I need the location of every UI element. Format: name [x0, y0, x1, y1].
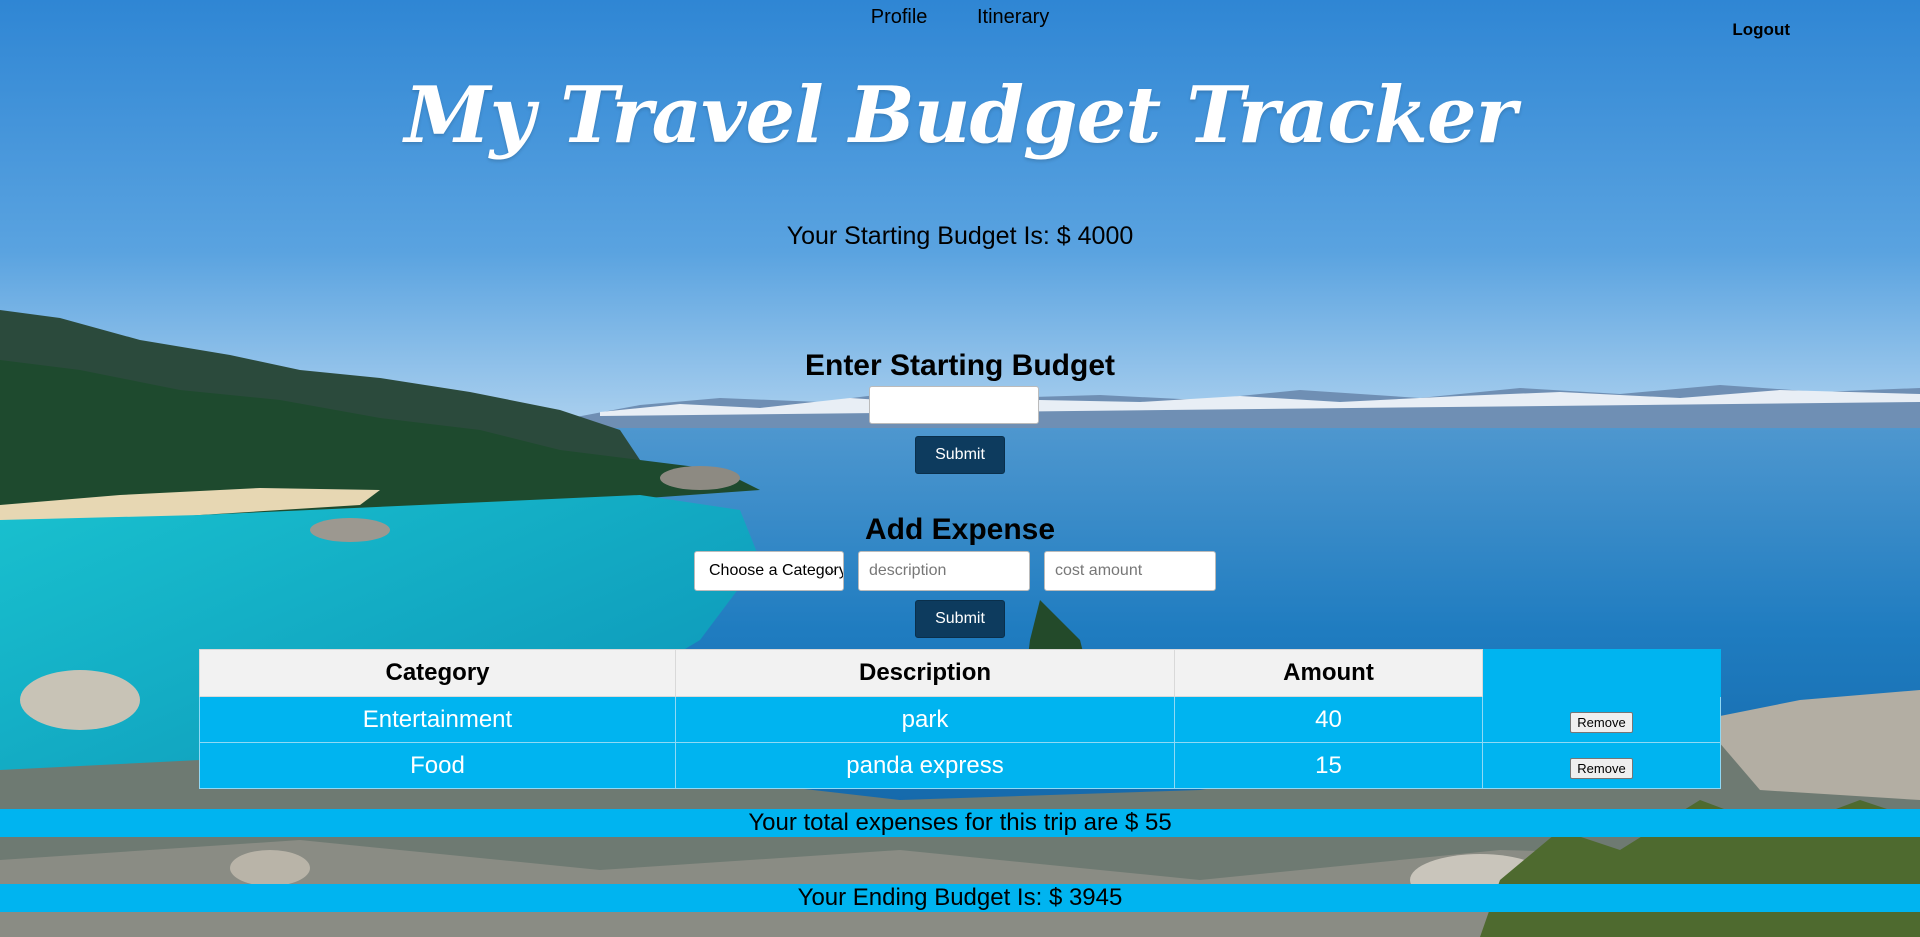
expense-table: Category Description Amount Entertainmen…	[199, 649, 1721, 789]
cost-amount-input[interactable]	[1044, 551, 1216, 591]
starting-budget-heading: Enter Starting Budget	[804, 349, 1115, 382]
cell-amount: 40	[1174, 696, 1483, 743]
top-nav: Profile Itinerary	[0, 6, 1920, 29]
category-select-value: Choose a Category	[709, 562, 844, 579]
cell-actions: Remove	[1482, 742, 1721, 789]
column-header-amount: Amount	[1174, 649, 1483, 697]
starting-budget-input[interactable]	[869, 386, 1039, 424]
table-row: Food panda express 15 Remove	[199, 742, 1721, 789]
logout-link[interactable]: Logout	[1732, 20, 1790, 40]
nav-link-itinerary[interactable]: Itinerary	[977, 6, 1049, 28]
column-header-category: Category	[199, 649, 676, 697]
cell-category: Food	[199, 742, 676, 789]
add-expense-heading: Add Expense	[864, 513, 1056, 546]
column-header-actions	[1482, 649, 1721, 697]
category-select[interactable]: Choose a Category ⌵	[694, 551, 844, 591]
nav-link-profile[interactable]: Profile	[871, 6, 928, 28]
expense-submit-button[interactable]: Submit	[915, 600, 1005, 638]
page-title: My Travel Budget Tracker	[404, 70, 1516, 161]
cell-actions: Remove	[1482, 696, 1721, 743]
starting-budget-text: Your Starting Budget Is: $ 4000	[786, 222, 1134, 250]
chevron-down-icon: ⌵	[825, 564, 835, 578]
cell-amount: 15	[1174, 742, 1483, 789]
table-row: Entertainment park 40 Remove	[199, 696, 1721, 743]
column-header-description: Description	[675, 649, 1175, 697]
table-header-row: Category Description Amount	[199, 649, 1721, 697]
cell-description: panda express	[675, 742, 1175, 789]
cell-description: park	[675, 696, 1175, 743]
description-input[interactable]	[858, 551, 1030, 591]
remove-button[interactable]: Remove	[1570, 711, 1633, 733]
budget-submit-button[interactable]: Submit	[915, 436, 1005, 474]
remove-button[interactable]: Remove	[1570, 757, 1633, 779]
total-expenses-bar: Your total expenses for this trip are $ …	[0, 809, 1920, 837]
cell-category: Entertainment	[199, 696, 676, 743]
ending-budget-bar: Your Ending Budget Is: $ 3945	[0, 884, 1920, 912]
